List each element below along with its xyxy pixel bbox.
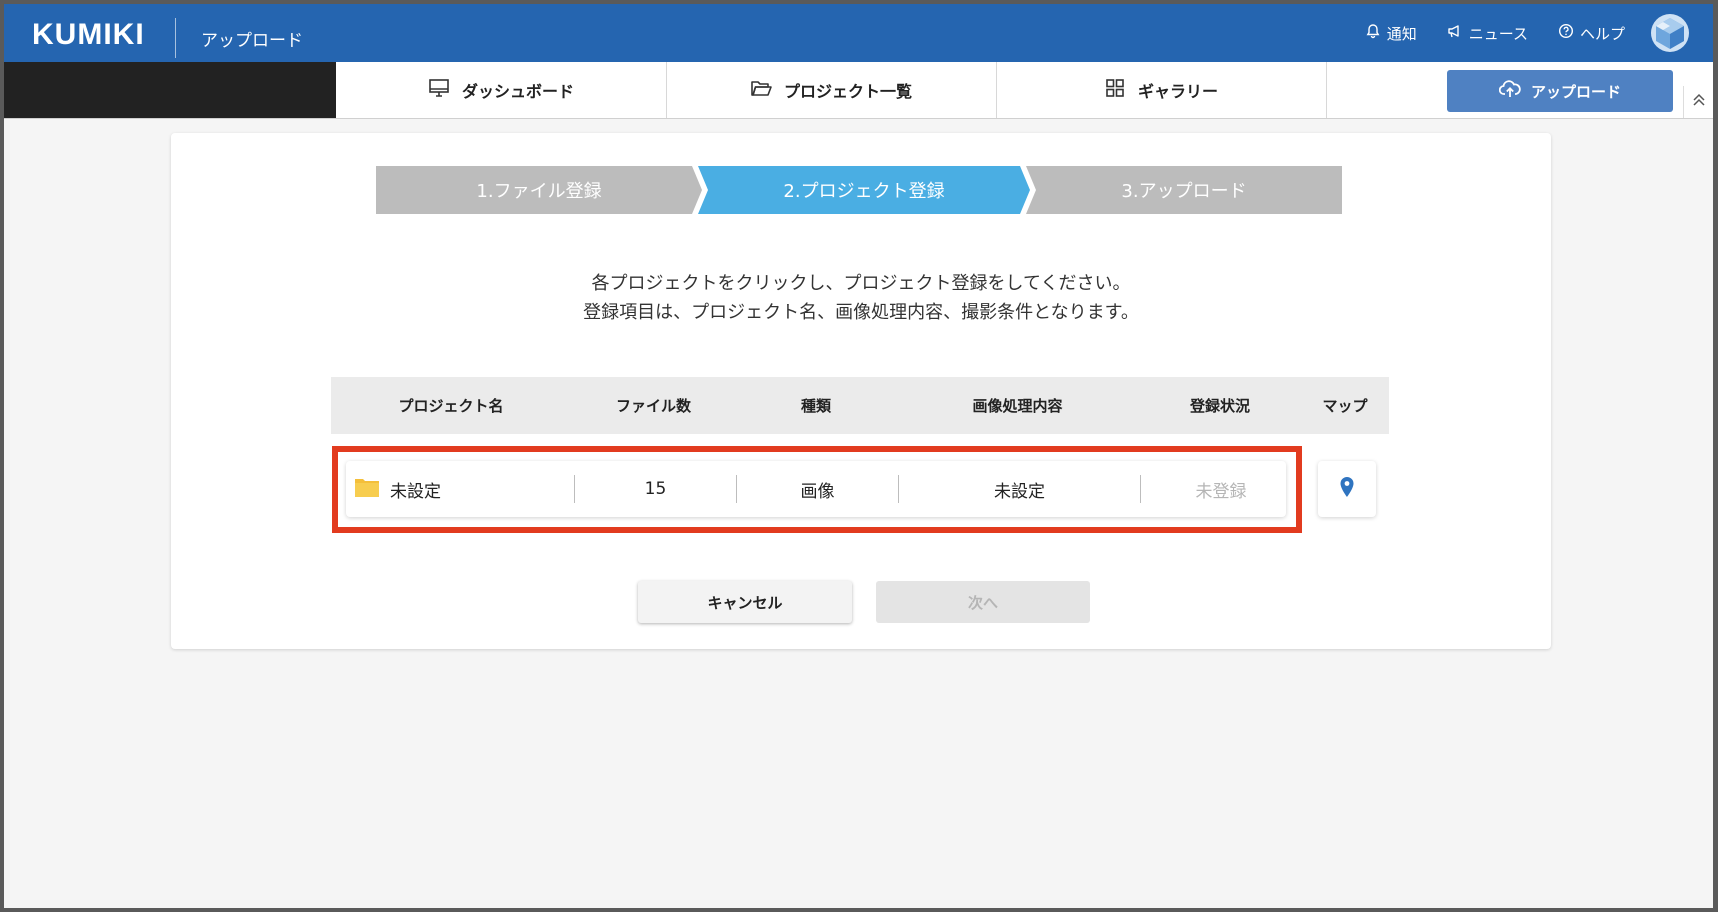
table-row[interactable]: 未設定 15 画像 未設定 未登録: [346, 461, 1286, 517]
upload-button[interactable]: アップロード: [1447, 70, 1673, 112]
th-map: マップ: [1322, 397, 1368, 415]
upload-button-label: アップロード: [1530, 82, 1621, 101]
cell-image-processing: 未設定: [994, 481, 1045, 502]
th-file-count: ファイル数: [615, 397, 691, 415]
instructions-line-2: 登録項目は、プロジェクト名、画像処理内容、撮影条件となります。: [583, 302, 1139, 323]
step-indicator: 1.ファイル登録 2.プロジェクト登録 3.アップロード: [376, 166, 1342, 214]
tab-dashboard-label: ダッシュボード: [461, 82, 574, 101]
help-circle-icon: [1558, 23, 1574, 43]
page-title: アップロード: [201, 31, 303, 51]
upload-card: 1.ファイル登録 2.プロジェクト登録 3.アップロード 各プロジェクトをクリッ…: [171, 133, 1551, 649]
main-nav: ダッシュボード プロジェクト一覧 ギャラリー アップロード: [4, 62, 1713, 119]
step-2-label: 2.プロジェクト登録: [783, 181, 945, 202]
notifications-link[interactable]: 通知: [1365, 23, 1417, 44]
top-nav: 通知 ニュース ヘルプ: [1365, 4, 1713, 62]
cancel-button[interactable]: キャンセル: [638, 581, 852, 623]
step-3: 3.アップロード: [1026, 166, 1342, 214]
logo-divider: [175, 18, 176, 58]
folder-icon: [750, 77, 772, 103]
cell-project-name: 未設定: [354, 461, 574, 517]
step-3-label: 3.アップロード: [1121, 181, 1247, 202]
tab-dashboard[interactable]: ダッシュボード: [336, 62, 667, 118]
top-header: KUMIKI アップロード 通知 ニュース ヘルプ: [4, 4, 1713, 62]
nav-left-panel: [4, 62, 336, 118]
news-link[interactable]: ニュース: [1447, 23, 1528, 44]
help-label: ヘルプ: [1579, 24, 1625, 43]
cloud-upload-icon: [1498, 78, 1521, 104]
map-button[interactable]: [1318, 461, 1376, 517]
tab-gallery-label: ギャラリー: [1137, 82, 1218, 101]
notifications-label: 通知: [1386, 24, 1417, 43]
tab-projects-label: プロジェクト一覧: [783, 82, 912, 101]
chevron-double-up-icon: [1691, 92, 1707, 112]
news-label: ニュース: [1468, 24, 1528, 43]
table-header: プロジェクト名 ファイル数 種類 画像処理内容 登録状況 マップ: [331, 377, 1389, 434]
instructions-line-1: 各プロジェクトをクリックし、プロジェクト登録をしてください。: [591, 273, 1131, 294]
th-registration-status: 登録状況: [1189, 397, 1250, 415]
tab-gallery[interactable]: ギャラリー: [996, 62, 1327, 118]
megaphone-icon: [1447, 23, 1463, 43]
th-project-name: プロジェクト名: [398, 397, 504, 415]
app-logo[interactable]: KUMIKI: [32, 18, 145, 52]
collapse-button[interactable]: [1683, 86, 1713, 118]
folder-filled-icon: [354, 475, 380, 504]
th-type: 種類: [800, 397, 831, 415]
help-link[interactable]: ヘルプ: [1558, 23, 1625, 44]
project-name: 未設定: [390, 481, 441, 502]
step-1: 1.ファイル登録: [376, 166, 702, 214]
user-avatar[interactable]: [1651, 14, 1689, 52]
step-2-active: 2.プロジェクト登録: [698, 166, 1030, 214]
map-pin-icon: [1339, 476, 1355, 502]
tab-projects[interactable]: プロジェクト一覧: [666, 62, 997, 118]
app-window: KUMIKI アップロード 通知 ニュース ヘルプ ダッシュボード プロジェクト…: [4, 4, 1713, 908]
cell-type: 画像: [800, 481, 835, 502]
next-button[interactable]: 次へ: [876, 581, 1090, 623]
th-image-processing: 画像処理内容: [972, 397, 1063, 415]
instructions: 各プロジェクトをクリックし、プロジェクト登録をしてください。 登録項目は、プロジ…: [171, 269, 1551, 327]
cell-registration-status: 未登録: [1195, 481, 1247, 502]
bell-icon: [1365, 23, 1381, 43]
monitor-icon: [428, 77, 450, 103]
grid-icon: [1104, 77, 1126, 103]
cell-file-count: 15: [644, 479, 667, 499]
step-1-label: 1.ファイル登録: [476, 181, 602, 202]
